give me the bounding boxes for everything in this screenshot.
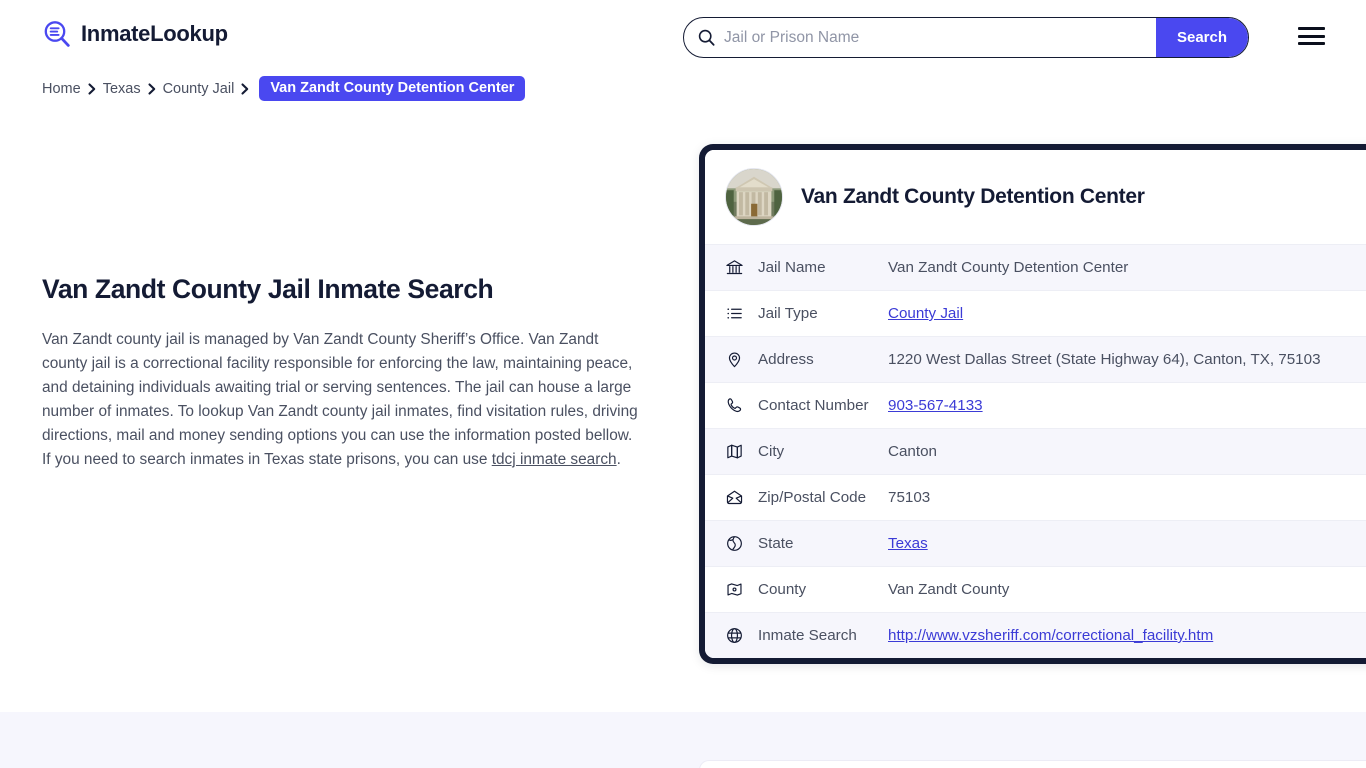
row-value: Canton [888, 443, 937, 460]
bank-building-icon [725, 258, 744, 277]
chevron-right-icon [234, 79, 256, 99]
row-value: 1220 West Dallas Street (State Highway 6… [888, 351, 1321, 368]
magnifier-list-icon [42, 19, 72, 49]
row-label: County [758, 581, 807, 598]
row-label: Jail Name [758, 259, 826, 276]
table-row: Contact Number 903-567-4133 [705, 382, 1366, 428]
row-value: Texas [888, 533, 1366, 554]
page-title: Van Zandt County Jail Inmate Search [42, 274, 494, 304]
envelope-icon [725, 488, 744, 507]
breadcrumb-current: Van Zandt County Detention Center [259, 76, 526, 101]
state-link[interactable]: Texas [888, 535, 928, 552]
facility-detail-card: Van Zandt County Detention Center Jail N… [699, 144, 1366, 664]
search-bar[interactable]: Search [683, 17, 1249, 58]
page-root: InmateLookup Search Home Texas [0, 0, 1366, 768]
table-row: Zip/Postal Code 75103 [705, 474, 1366, 520]
row-value: 903-567-4133 [888, 395, 1366, 416]
article-paragraph-2-after: . [616, 450, 621, 468]
facility-details-table: Jail Name Van Zandt County Detention Cen… [705, 244, 1366, 658]
facility-card-header: Van Zandt County Detention Center [705, 150, 1366, 244]
row-value: County Jail [888, 303, 1366, 324]
search-input[interactable] [715, 18, 1156, 57]
contact-number-link[interactable]: 903-567-4133 [888, 397, 983, 414]
row-label: Contact Number [758, 397, 869, 414]
article-paragraph-2: If you need to search inmates in Texas s… [42, 448, 642, 472]
table-row: Inmate Search http://www.vzsheriff.com/c… [705, 612, 1366, 658]
chevron-right-icon [81, 79, 103, 99]
row-value: Van Zandt County [888, 581, 1010, 598]
globe-icon [725, 626, 744, 645]
hamburger-menu-icon[interactable] [1298, 25, 1325, 47]
table-row: State Texas [705, 520, 1366, 566]
hamburger-bar [1298, 42, 1325, 45]
search-button[interactable]: Search [1156, 18, 1248, 57]
article-paragraph-2-before: If you need to search inmates in Texas s… [42, 450, 492, 468]
row-label: Address [758, 351, 814, 368]
table-row: County Van Zandt County [705, 566, 1366, 612]
row-label: Zip/Postal Code [758, 489, 867, 506]
table-row: Jail Type County Jail [705, 290, 1366, 336]
breadcrumb-item-home[interactable]: Home [42, 81, 81, 97]
courthouse-photo [725, 168, 783, 226]
chevron-right-icon [141, 79, 163, 99]
table-row: City Canton [705, 428, 1366, 474]
table-row: Jail Name Van Zandt County Detention Cen… [705, 244, 1366, 290]
brand-name: InmateLookup [81, 21, 228, 46]
bottom-section-card [699, 760, 1366, 768]
globe-shield-icon [725, 534, 744, 553]
row-label: State [758, 535, 794, 552]
breadcrumb-item-texas[interactable]: Texas [103, 81, 141, 97]
jail-type-link[interactable]: County Jail [888, 305, 963, 322]
row-label: Inmate Search [758, 627, 857, 644]
map-icon [725, 442, 744, 461]
search-icon [698, 29, 715, 46]
site-header: InmateLookup Search [0, 0, 1366, 74]
phone-icon [725, 396, 744, 415]
row-value: http://www.vzsheriff.com/correctional_fa… [888, 625, 1366, 646]
article: Van Zandt County Jail Inmate Search Van … [42, 274, 642, 472]
breadcrumb-item-county-jail[interactable]: County Jail [163, 81, 235, 97]
facility-detail-card-inner: Van Zandt County Detention Center Jail N… [705, 150, 1366, 658]
tdcj-inmate-search-link[interactable]: tdcj inmate search [492, 451, 617, 468]
inmate-search-link[interactable]: http://www.vzsheriff.com/correctional_fa… [888, 627, 1213, 644]
row-label: Jail Type [758, 305, 818, 322]
row-value: Van Zandt County Detention Center [888, 259, 1129, 276]
brand-logo-link[interactable]: InmateLookup [42, 19, 228, 49]
hamburger-bar [1298, 34, 1325, 38]
map-pin-icon [725, 350, 744, 369]
article-paragraph-1: Van Zandt county jail is managed by Van … [42, 330, 638, 444]
hamburger-bar [1298, 27, 1325, 30]
facility-card-title: Van Zandt County Detention Center [801, 185, 1145, 209]
list-icon [725, 304, 744, 323]
breadcrumb: Home Texas County Jail Van Zandt County … [42, 76, 526, 101]
row-value: 75103 [888, 489, 931, 506]
map-location-icon [725, 580, 744, 599]
table-row: Address 1220 West Dallas Street (State H… [705, 336, 1366, 382]
row-label: City [758, 443, 785, 460]
